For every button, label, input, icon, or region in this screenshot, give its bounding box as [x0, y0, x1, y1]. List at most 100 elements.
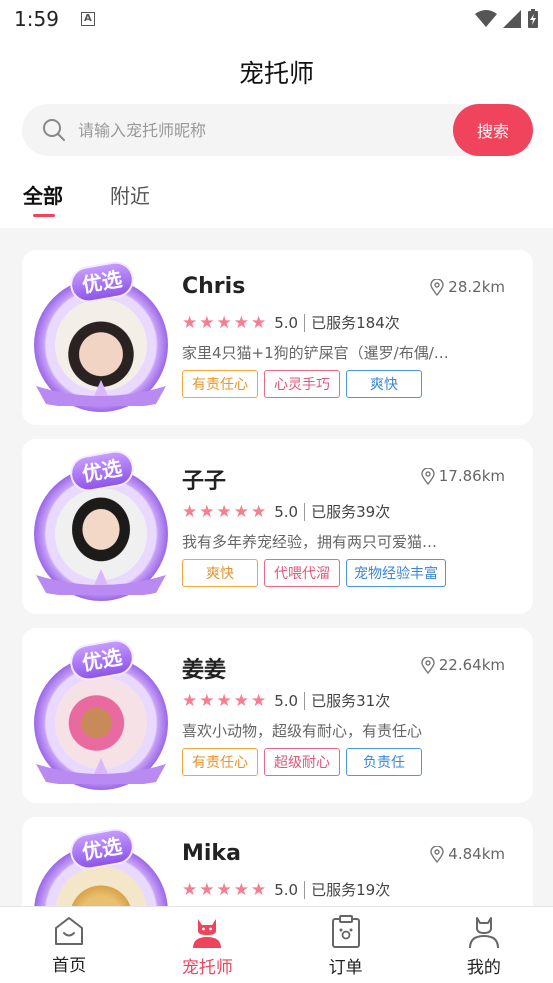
tabbar-home[interactable]: 首页 — [0, 907, 138, 983]
avatar-frame: 优选 — [26, 447, 176, 607]
location-pin-icon — [421, 467, 435, 485]
star-icon: ★ — [199, 312, 215, 333]
star-icon: ★ — [233, 312, 249, 333]
status-time: 1:59 — [14, 7, 59, 31]
search-input[interactable] — [78, 116, 438, 144]
star-icon: ★ — [251, 879, 267, 900]
location-pin-icon — [430, 845, 444, 863]
notification-icon: A — [80, 12, 95, 26]
wifi-icon — [475, 10, 497, 27]
avatar-frame: 优选 — [26, 258, 176, 418]
tabbar-profile[interactable]: 我的 — [415, 907, 553, 983]
star-icon: ★ — [182, 690, 198, 711]
tabbar-sitter[interactable]: 宠托师 — [138, 907, 276, 983]
distance-value: 28.2km — [448, 278, 505, 296]
star-icon: ★ — [216, 879, 232, 900]
tag: 负责任 — [346, 748, 422, 776]
tabbar-label: 订单 — [328, 958, 363, 978]
star-icon: ★ — [216, 312, 232, 333]
tag: 有责任心 — [182, 748, 258, 776]
sitter-card[interactable]: 优选 姜姜 22.64km ★ ★ ★ ★ ★ 5.0 已服务31次 喜欢小动物，超级有… — [22, 628, 533, 803]
distance-value: 22.64km — [438, 656, 505, 674]
rating-score: 5.0 — [274, 880, 299, 899]
search-bar: 搜索 — [22, 104, 533, 156]
sitter-description: 喜欢小动物，超级有耐心，有责任心 — [182, 722, 423, 740]
home-icon — [55, 917, 84, 945]
tag-list: 有责任心 超级耐心 负责任 — [182, 748, 422, 776]
sitter-name: 子子 — [182, 469, 227, 494]
distance: 4.84km — [430, 845, 505, 863]
tab-nearby[interactable]: 附近 — [110, 180, 150, 209]
rating-row: ★ ★ ★ ★ ★ 5.0 已服务39次 — [182, 501, 390, 522]
profile-icon — [468, 917, 499, 949]
tag: 爽快 — [182, 559, 258, 587]
sitter-name: 姜姜 — [182, 658, 227, 683]
tag: 宠物经验丰富 — [346, 559, 446, 587]
tag: 心灵手巧 — [264, 370, 340, 398]
star-icon: ★ — [233, 879, 249, 900]
tag-list: 爽快 代喂代溜 宠物经验丰富 — [182, 559, 446, 587]
ribbon-decoration — [36, 569, 166, 595]
tabbar-orders[interactable]: 订单 — [277, 907, 415, 983]
served-count: 已服务31次 — [311, 692, 391, 710]
tag: 爽快 — [346, 370, 422, 398]
search-icon — [43, 119, 65, 141]
tabbar-label: 首页 — [52, 956, 87, 976]
star-icon: ★ — [233, 690, 249, 711]
divider — [304, 313, 306, 332]
distance: 28.2km — [430, 278, 505, 296]
order-icon — [331, 915, 360, 948]
star-icon: ★ — [199, 879, 215, 900]
rating-row: ★ ★ ★ ★ ★ 5.0 已服务31次 — [182, 690, 390, 711]
location-pin-icon — [430, 278, 444, 296]
sitter-icon — [193, 919, 222, 948]
rating-score: 5.0 — [274, 313, 299, 332]
tabbar-label: 宠托师 — [181, 958, 233, 978]
tag: 代喂代溜 — [264, 559, 340, 587]
rating-row: ★ ★ ★ ★ ★ 5.0 已服务184次 — [182, 312, 400, 333]
tag: 超级耐心 — [264, 748, 340, 776]
served-count: 已服务184次 — [311, 314, 400, 332]
star-icon: ★ — [182, 501, 198, 522]
sitter-name: Chris — [182, 274, 246, 299]
star-icon: ★ — [216, 690, 232, 711]
rating-row: ★ ★ ★ ★ ★ 5.0 已服务19次 — [182, 879, 390, 900]
divider — [304, 691, 306, 710]
served-count: 已服务39次 — [311, 503, 391, 521]
tag-list: 有责任心 心灵手巧 爽快 — [182, 370, 422, 398]
star-icon: ★ — [199, 501, 215, 522]
star-icon: ★ — [216, 501, 232, 522]
distance-value: 4.84km — [448, 845, 505, 863]
star-icon: ★ — [251, 690, 267, 711]
sitter-name: Mika — [182, 841, 241, 866]
star-icon: ★ — [199, 690, 215, 711]
star-icon: ★ — [251, 501, 267, 522]
search-button[interactable]: 搜索 — [453, 104, 533, 156]
distance: 22.64km — [421, 656, 505, 674]
status-bar: 1:59 A — [0, 0, 553, 38]
star-icon: ★ — [182, 312, 198, 333]
page-title: 宠托师 — [238, 59, 314, 88]
divider — [304, 880, 306, 899]
rating-score: 5.0 — [274, 691, 299, 710]
star-icon: ★ — [182, 879, 198, 900]
distance: 17.86km — [421, 467, 505, 485]
status-icons — [475, 9, 539, 29]
sitter-description: 我有多年养宠经验，拥有两只可爱猫… — [182, 533, 438, 551]
tabbar-label: 我的 — [466, 958, 501, 978]
location-pin-icon — [421, 656, 435, 674]
tag: 有责任心 — [182, 370, 258, 398]
divider — [304, 502, 306, 521]
rating-score: 5.0 — [274, 502, 299, 521]
bottom-tab-bar: 首页 宠托师 订单 我的 — [0, 906, 553, 983]
sitter-description: 家里4只猫+1狗的铲屎官（暹罗/布偶/… — [182, 344, 449, 362]
sitter-card[interactable]: 优选 子子 17.86km ★ ★ ★ ★ ★ 5.0 已服务39次 我有多年养宠经验，… — [22, 439, 533, 614]
tab-active-indicator — [33, 214, 55, 217]
ribbon-decoration — [36, 380, 166, 406]
sitter-card[interactable]: 优选 Chris 28.2km ★ ★ ★ ★ ★ 5.0 已服务184次 家里4只猫+… — [22, 250, 533, 425]
tab-all[interactable]: 全部 — [23, 180, 63, 209]
star-icon: ★ — [233, 501, 249, 522]
ribbon-decoration — [36, 758, 166, 784]
avatar-frame: 优选 — [26, 636, 176, 796]
served-count: 已服务19次 — [311, 881, 391, 899]
